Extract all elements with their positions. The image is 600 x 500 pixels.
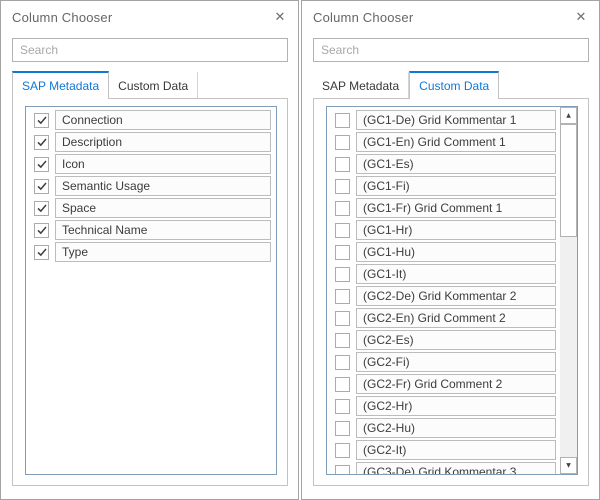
search-input[interactable]	[12, 38, 288, 62]
list-item: (GC2-En) Grid Comment 2	[335, 308, 556, 328]
scrollbar-thumb[interactable]	[560, 124, 577, 237]
tab-custom-data[interactable]: Custom Data	[409, 71, 499, 99]
checkbox-unchecked[interactable]	[335, 333, 350, 348]
column-label[interactable]: (GC2-En) Grid Comment 2	[356, 308, 556, 328]
column-label[interactable]: (GC1-De) Grid Kommentar 1	[356, 110, 556, 130]
list-item: (GC2-Hr)	[335, 396, 556, 416]
titlebar: Column Chooser ✕	[12, 1, 288, 32]
column-label[interactable]: (GC2-Fr) Grid Comment 2	[356, 374, 556, 394]
column-label[interactable]: (GC2-Hr)	[356, 396, 556, 416]
titlebar: Column Chooser ✕	[313, 1, 589, 32]
column-label[interactable]: (GC1-En) Grid Comment 1	[356, 132, 556, 152]
checkbox-unchecked[interactable]	[335, 135, 350, 150]
tab-content: ConnectionDescriptionIconSemantic UsageS…	[12, 99, 288, 486]
checkbox-unchecked[interactable]	[335, 223, 350, 238]
column-label[interactable]: Space	[55, 198, 271, 218]
checkbox-unchecked[interactable]	[335, 377, 350, 392]
column-label[interactable]: Type	[55, 242, 271, 262]
list-item: Type	[34, 242, 271, 262]
checkbox-unchecked[interactable]	[335, 157, 350, 172]
column-label[interactable]: (GC2-Es)	[356, 330, 556, 350]
checkbox-unchecked[interactable]	[335, 245, 350, 260]
column-label[interactable]: (GC1-Hr)	[356, 220, 556, 240]
checkbox-unchecked[interactable]	[335, 399, 350, 414]
tab-custom-data[interactable]: Custom Data	[109, 71, 198, 98]
column-chooser-window-right: Column Chooser ✕ SAP Metadata Custom Dat…	[301, 0, 600, 500]
list-item: Semantic Usage	[34, 176, 271, 196]
list-item: (GC2-Fi)	[335, 352, 556, 372]
close-icon[interactable]: ✕	[573, 10, 589, 26]
tab-strip: SAP Metadata Custom Data	[12, 71, 288, 99]
checkbox-checked[interactable]	[34, 135, 49, 150]
checkbox-checked[interactable]	[34, 113, 49, 128]
column-label[interactable]: (GC1-Hu)	[356, 242, 556, 262]
list-item: (GC1-Fi)	[335, 176, 556, 196]
window-title: Column Chooser	[313, 10, 413, 25]
close-icon[interactable]: ✕	[272, 10, 288, 26]
column-label[interactable]: (GC1-Fi)	[356, 176, 556, 196]
column-label[interactable]: (GC1-It)	[356, 264, 556, 284]
list-item: (GC1-En) Grid Comment 1	[335, 132, 556, 152]
checkbox-checked[interactable]	[34, 245, 49, 260]
checkbox-unchecked[interactable]	[335, 179, 350, 194]
list-item: (GC2-De) Grid Kommentar 2	[335, 286, 556, 306]
checkbox-unchecked[interactable]	[335, 267, 350, 282]
column-label[interactable]: (GC1-Fr) Grid Comment 1	[356, 198, 556, 218]
list-item: Space	[34, 198, 271, 218]
checkbox-unchecked[interactable]	[335, 421, 350, 436]
list-item: (GC3-De) Grid Kommentar 3	[335, 462, 556, 475]
checkbox-unchecked[interactable]	[335, 311, 350, 326]
column-label[interactable]: Connection	[55, 110, 271, 130]
tab-strip: SAP Metadata Custom Data	[313, 71, 589, 99]
column-list: (GC1-De) Grid Kommentar 1(GC1-En) Grid C…	[326, 106, 578, 475]
column-label[interactable]: (GC2-De) Grid Kommentar 2	[356, 286, 556, 306]
checkbox-unchecked[interactable]	[335, 465, 350, 476]
list-item: (GC1-Hu)	[335, 242, 556, 262]
list-item: (GC1-It)	[335, 264, 556, 284]
scroll-up-button[interactable]: ▲	[560, 107, 577, 124]
column-label[interactable]: Semantic Usage	[55, 176, 271, 196]
list-item: (GC2-Fr) Grid Comment 2	[335, 374, 556, 394]
scrollbar-track[interactable]	[560, 124, 577, 457]
tab-sap-metadata[interactable]: SAP Metadata	[313, 71, 409, 98]
column-chooser-windows: Column Chooser ✕ SAP Metadata Custom Dat…	[0, 0, 600, 500]
list-item: Description	[34, 132, 271, 152]
list-item: (GC1-De) Grid Kommentar 1	[335, 110, 556, 130]
search-input[interactable]	[313, 38, 589, 62]
checkbox-checked[interactable]	[34, 201, 49, 216]
checkbox-unchecked[interactable]	[335, 443, 350, 458]
column-label[interactable]: (GC3-De) Grid Kommentar 3	[356, 462, 556, 475]
column-chooser-window-left: Column Chooser ✕ SAP Metadata Custom Dat…	[0, 0, 299, 500]
tab-sap-metadata[interactable]: SAP Metadata	[12, 71, 109, 99]
scrollbar[interactable]: ▲ ▼	[560, 107, 577, 474]
checkbox-unchecked[interactable]	[335, 113, 350, 128]
checkbox-checked[interactable]	[34, 157, 49, 172]
list-item: (GC1-Es)	[335, 154, 556, 174]
column-label[interactable]: Description	[55, 132, 271, 152]
list-item: (GC1-Fr) Grid Comment 1	[335, 198, 556, 218]
column-label[interactable]: (GC2-Hu)	[356, 418, 556, 438]
list-item: Connection	[34, 110, 271, 130]
list-item: Icon	[34, 154, 271, 174]
checkbox-unchecked[interactable]	[335, 355, 350, 370]
column-label[interactable]: (GC2-Fi)	[356, 352, 556, 372]
column-label[interactable]: (GC1-Es)	[356, 154, 556, 174]
list-item: (GC2-Hu)	[335, 418, 556, 438]
column-label[interactable]: Icon	[55, 154, 271, 174]
checkbox-checked[interactable]	[34, 179, 49, 194]
list-item: Technical Name	[34, 220, 271, 240]
list-item: (GC2-Es)	[335, 330, 556, 350]
window-title: Column Chooser	[12, 10, 112, 25]
checkbox-unchecked[interactable]	[335, 201, 350, 216]
checkbox-unchecked[interactable]	[335, 289, 350, 304]
column-label[interactable]: Technical Name	[55, 220, 271, 240]
tab-content: (GC1-De) Grid Kommentar 1(GC1-En) Grid C…	[313, 99, 589, 486]
checkbox-checked[interactable]	[34, 223, 49, 238]
column-label[interactable]: (GC2-It)	[356, 440, 556, 460]
list-item: (GC1-Hr)	[335, 220, 556, 240]
scroll-down-button[interactable]: ▼	[560, 457, 577, 474]
list-item: (GC2-It)	[335, 440, 556, 460]
column-list: ConnectionDescriptionIconSemantic UsageS…	[25, 106, 277, 475]
